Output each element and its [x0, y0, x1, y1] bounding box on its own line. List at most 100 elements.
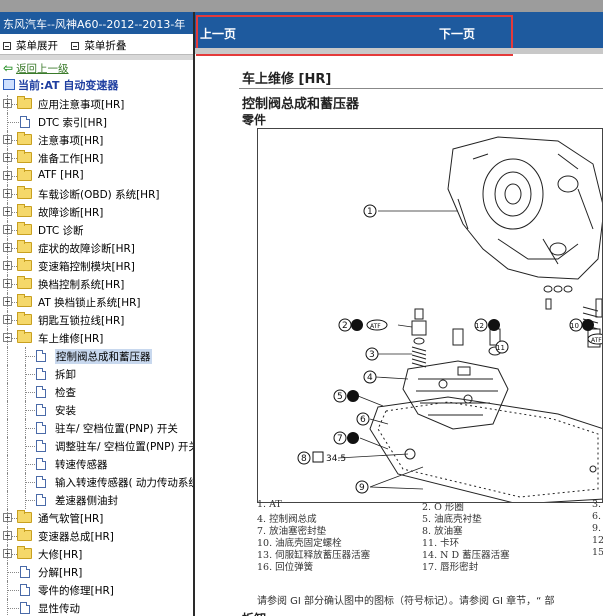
tree-connector	[12, 284, 17, 285]
tree-item[interactable]: + DTC 诊断	[0, 221, 193, 239]
expand-menu-button[interactable]: 菜单展开	[3, 40, 58, 52]
tree-connector	[7, 311, 8, 329]
tree-item[interactable]: − 车上维修[HR]	[0, 329, 193, 347]
tree-connector	[12, 158, 17, 159]
tree-item[interactable]: + 大修[HR]	[0, 545, 193, 563]
toolbar-separator	[0, 54, 193, 60]
collapse-menu-button[interactable]: 菜单折叠	[71, 40, 126, 52]
parts-legend: 1. AT 2. O 形圈 3. 4. 控制阀总成 5. 油底壳衬垫 6. 7. 放油塞密封…	[257, 499, 603, 573]
tree-item[interactable]: + 应用注意事项[HR]	[0, 95, 193, 113]
tree-connector	[7, 419, 8, 437]
folder-icon	[17, 294, 32, 307]
callout-3: 3	[369, 350, 375, 360]
tree-connector	[7, 185, 8, 203]
tree-item[interactable]: 控制阀总成和蓄压器	[0, 347, 193, 365]
tree-connector	[7, 347, 8, 365]
collapse-menu-label: 菜单折叠	[84, 40, 127, 52]
tree-item[interactable]: + 换档控制系统[HR]	[0, 275, 193, 293]
disassembly-heading: 拆卸	[242, 610, 266, 616]
document-icon	[36, 404, 46, 416]
tree-item[interactable]: + 症状的故障诊断[HR]	[0, 239, 193, 257]
document-icon	[20, 602, 30, 614]
tree-connector	[25, 365, 26, 383]
document-icon	[36, 386, 46, 398]
tree-connector	[7, 203, 8, 221]
document-icon	[36, 494, 46, 506]
tree-connector	[7, 473, 8, 491]
tree-item[interactable]: 安装	[0, 401, 193, 419]
tree-item[interactable]: + 变速器总成[HR]	[0, 527, 193, 545]
tree-connector	[7, 329, 8, 347]
tree-item[interactable]: 显性传动	[0, 599, 193, 616]
document-icon	[20, 566, 30, 578]
tree-item[interactable]: 差速器侧油封	[0, 491, 193, 509]
legend-row: 4. 控制阀总成 5. 油底壳衬垫 6.	[257, 511, 603, 525]
callout-labels: 1 2 ATF 3 4 5 6 7 8 34.5 9 12 11 10 ATF	[297, 204, 602, 494]
document-icon	[36, 476, 46, 488]
tree-connector	[7, 581, 8, 599]
tree-item[interactable]: + 通气软管[HR]	[0, 509, 193, 527]
tree-item[interactable]: 分解[HR]	[0, 563, 193, 581]
tree-connector	[7, 257, 8, 275]
tree-item[interactable]: 驻车/ 空档位置(PNP) 开关	[0, 419, 193, 437]
tree-item-label: 控制阀总成和蓄压器	[55, 349, 152, 364]
menu-toolbar: 菜单展开 菜单折叠	[0, 34, 193, 54]
tree-connector	[7, 437, 8, 455]
tree-item[interactable]: + AT 换档锁止系统[HR]	[0, 293, 193, 311]
tree-item-label: AT 换档锁止系统[HR]	[38, 297, 141, 309]
reference-note: 请参阅 GI 部分确认图中的图标（符号标记）。请参阅 GI 章节，“ 部	[257, 596, 555, 607]
expand-menu-label: 菜单展开	[16, 40, 58, 52]
folder-icon	[17, 546, 32, 559]
tree-item[interactable]: + ATF [HR]	[0, 167, 193, 185]
document-icon	[36, 368, 46, 380]
folder-icon	[17, 96, 32, 109]
tree-connector	[12, 194, 17, 195]
folder-icon	[17, 258, 32, 271]
tree-connector	[7, 401, 8, 419]
legend-entry: 17. 唇形密封	[422, 562, 479, 573]
tree-item[interactable]: 检查	[0, 383, 193, 401]
tree-item-label: 注意事项[HR]	[38, 135, 104, 147]
tree-item[interactable]: 零件的修理[HR]	[0, 581, 193, 599]
folder-icon	[17, 132, 32, 145]
section-title: 车上维修 [HR]	[242, 72, 332, 87]
top-strip	[0, 0, 603, 12]
tree-item[interactable]: DTC 索引[HR]	[0, 113, 193, 131]
tree-connector	[12, 554, 17, 555]
back-link[interactable]: ⇦ 返回上一级	[3, 61, 69, 76]
tree-item-label: 通气软管[HR]	[38, 513, 104, 525]
collapse-box-icon	[3, 42, 11, 50]
tree-connector	[12, 212, 17, 213]
tree-connector	[25, 356, 35, 357]
back-arrow-icon: ⇦	[3, 61, 14, 75]
tree-item-label: 应用注意事项[HR]	[38, 99, 125, 111]
tree-item[interactable]: 调整驻车/ 空档位置(PNP) 开关	[0, 437, 199, 455]
tree-connector	[12, 518, 17, 519]
tree-item[interactable]: 输入转速传感器( 动力传动系统	[0, 473, 199, 491]
torque-value: 34.5	[326, 454, 346, 464]
tree-item[interactable]: + 钥匙互锁拉线[HR]	[0, 311, 193, 329]
diagram-svg: 1 2 ATF 3 4 5 6 7 8 34.5 9 12 11 10 ATF	[297, 136, 602, 502]
tree-connector	[25, 347, 26, 365]
tree-item-label: 驻车/ 空档位置(PNP) 开关	[55, 423, 178, 435]
tree-item[interactable]: + 故障诊断[HR]	[0, 203, 193, 221]
tree-connector	[7, 545, 8, 563]
tree-item[interactable]: 拆卸	[0, 365, 193, 383]
tree-connector	[25, 419, 26, 437]
back-link-label: 返回上一级	[16, 63, 69, 75]
tree-item[interactable]: + 变速箱控制模块[HR]	[0, 257, 193, 275]
tree-connector	[7, 599, 8, 616]
tree-item-label: 调整驻车/ 空档位置(PNP) 开关	[55, 441, 199, 453]
document-icon	[20, 584, 30, 596]
window-title: 东风汽车--风神A60--2012--2013-年	[0, 12, 193, 34]
tree-item[interactable]: 转速传感器	[0, 455, 193, 473]
tree-item[interactable]: + 准备工作[HR]	[0, 149, 193, 167]
tree-item-label: DTC 诊断	[38, 225, 84, 237]
transmission-housing-drawing	[447, 136, 602, 280]
legend-entry: 1. AT	[257, 499, 282, 510]
tree-item[interactable]: + 车载诊断(OBD) 系统[HR]	[0, 185, 193, 203]
tree-connector	[25, 464, 35, 465]
tree-item-label: 显性传动	[38, 603, 80, 615]
tree-item[interactable]: + 注意事项[HR]	[0, 131, 193, 149]
legend-row: 13. 伺服缸释放蓄压器活塞 14. N D 蓄压器活塞 15	[257, 547, 603, 561]
